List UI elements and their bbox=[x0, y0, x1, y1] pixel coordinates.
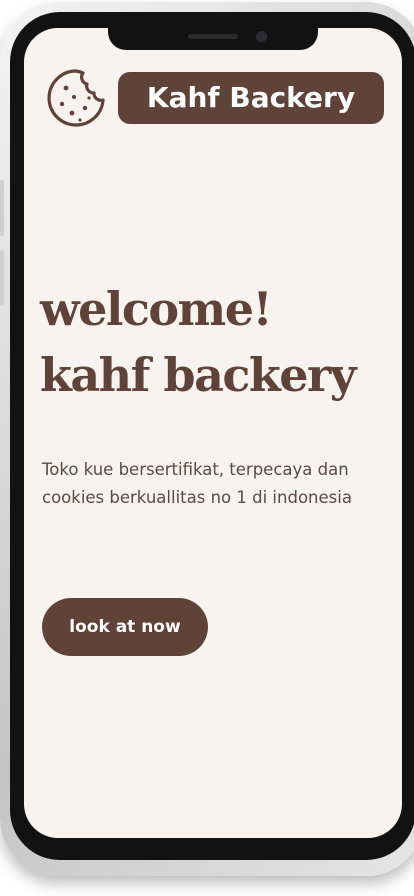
phone-notch bbox=[108, 28, 318, 50]
phone-side-button bbox=[0, 180, 4, 236]
phone-side-button bbox=[0, 250, 4, 306]
brand-name-badge[interactable]: Kahf Backery bbox=[118, 72, 384, 124]
cookie-icon bbox=[47, 69, 105, 127]
camera-icon bbox=[256, 31, 267, 42]
hero-description-line: cookies berkuallitas no 1 di indonesia bbox=[42, 488, 352, 507]
mockup-stage: Kahf Backery welcome! kahf backery Toko … bbox=[0, 0, 414, 896]
app-screen: Kahf Backery welcome! kahf backery Toko … bbox=[24, 28, 402, 838]
hero-description: Toko kue bersertifikat, terpecaya dan co… bbox=[42, 456, 402, 512]
hero-description-line: Toko kue bersertifikat, terpecaya dan bbox=[42, 460, 349, 479]
look-at-now-button[interactable]: look at now bbox=[42, 598, 208, 656]
hero-title-line: welcome! bbox=[40, 282, 273, 336]
hero-title: welcome! kahf backery bbox=[40, 276, 357, 408]
speaker-grille bbox=[188, 34, 238, 39]
hero-title-line: kahf backery bbox=[40, 348, 357, 402]
